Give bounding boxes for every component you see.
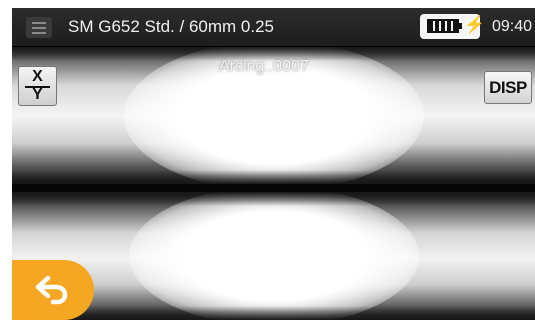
- view-divider: [12, 184, 535, 192]
- status-bar: SM G652 Std. / 60mm 0.25 ⚡ 09:40: [12, 8, 535, 47]
- clock: 09:40: [492, 18, 533, 35]
- back-button[interactable]: [12, 260, 94, 320]
- splice-profile-title: SM G652 Std. / 60mm 0.25: [68, 17, 274, 36]
- display-mode-button[interactable]: DISP: [484, 71, 532, 104]
- xy-y-label: Y: [32, 86, 43, 103]
- arc-status-text: Arcing..0007: [219, 58, 309, 75]
- menu-icon[interactable]: [26, 17, 52, 38]
- xy-view-toggle-button[interactable]: X Y: [18, 66, 57, 106]
- xy-x-label: X: [32, 68, 43, 85]
- arc-glow: [128, 192, 419, 320]
- battery-icon: [427, 19, 459, 33]
- battery-indicator: ⚡: [420, 14, 485, 39]
- charging-icon: ⚡: [464, 15, 486, 34]
- back-arrow-icon: [35, 275, 68, 305]
- fusion-splicer-screen: SM G652 Std. / 60mm 0.25 ⚡ 09:40 Arcing.…: [12, 8, 535, 320]
